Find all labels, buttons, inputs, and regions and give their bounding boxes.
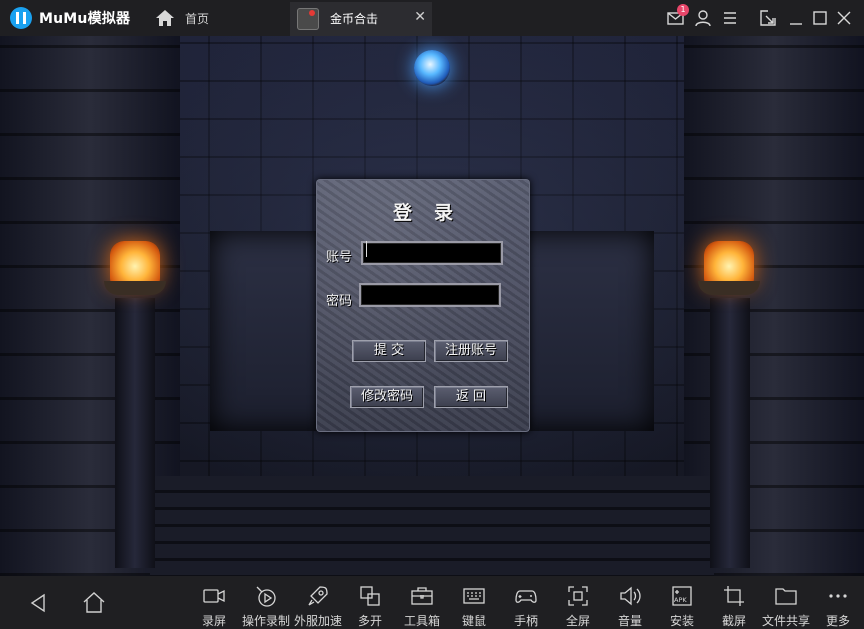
crop-screenshot-icon <box>724 586 744 606</box>
app-name: MuMu模拟器 <box>39 11 131 27</box>
toolbar-item-file-share[interactable]: 文件共享 <box>760 580 812 628</box>
toolbar-item-label: 更多 <box>825 614 850 628</box>
mumu-logo-icon <box>10 7 32 29</box>
record-operation-icon <box>256 586 276 607</box>
login-panel: 登录 账号 密码 提 交 注册账号 修改密码 返 回 <box>316 179 530 432</box>
hamburger-menu-icon <box>724 12 736 24</box>
android-back-button[interactable] <box>26 590 52 616</box>
toolbar-item-gamepad[interactable]: 手柄 <box>500 580 552 628</box>
register-button[interactable]: 注册账号 <box>434 340 508 362</box>
close-window-button[interactable] <box>834 8 854 28</box>
close-icon <box>837 11 851 25</box>
close-tab-icon[interactable]: ✕ <box>414 9 426 25</box>
submit-button[interactable]: 提 交 <box>352 340 426 362</box>
game-thumbnail-icon <box>297 8 319 30</box>
exit-to-corner-icon <box>760 10 776 26</box>
apk-install-icon: APK <box>672 586 692 606</box>
home-icon <box>156 10 174 26</box>
toolbar-item-fullscreen[interactable]: 全屏 <box>552 580 604 628</box>
video-camera-icon <box>203 589 225 603</box>
change-password-button[interactable]: 修改密码 <box>350 386 424 408</box>
toolbar-item-accelerate[interactable]: 外服加速 <box>292 580 344 628</box>
game-viewport[interactable]: 登录 账号 密码 提 交 注册账号 修改密码 返 回 <box>0 36 864 576</box>
torch-right <box>698 241 760 299</box>
maximize-button[interactable] <box>810 8 830 28</box>
bottom-toolbar: 录屏 操作录制 外服加速 多开 工具箱 键鼠 手柄 全屏 音量 APK 安装 截… <box>0 576 864 629</box>
back-button[interactable]: 返 回 <box>434 386 508 408</box>
login-title: 登录 <box>392 202 475 224</box>
torch-left <box>104 241 166 299</box>
tab-game[interactable]: 金币合击 ✕ <box>290 2 432 36</box>
toolbar-item-toolbox[interactable]: 工具箱 <box>396 580 448 628</box>
account-label: 账号 <box>326 250 353 265</box>
account-input[interactable] <box>361 241 503 265</box>
password-label: 密码 <box>326 294 353 309</box>
back-triangle-icon <box>30 593 45 613</box>
user-button[interactable] <box>693 8 713 28</box>
multi-window-icon <box>360 586 380 606</box>
user-icon <box>695 10 711 27</box>
torch-stand-right <box>710 298 750 568</box>
toolbar-item-install-apk[interactable]: APK 安装 <box>656 580 708 628</box>
mail-button[interactable]: 1 <box>666 4 689 28</box>
toolbox-icon <box>411 587 433 605</box>
keyboard-icon <box>463 588 485 604</box>
torch-bowl-left <box>104 281 166 295</box>
mail-badge: 1 <box>677 4 689 16</box>
svg-text:APK: APK <box>674 596 687 604</box>
toolbar-item-more[interactable]: 更多 <box>812 580 864 628</box>
app-brand: MuMu模拟器 <box>10 7 130 29</box>
folder-share-icon <box>775 588 797 605</box>
fullscreen-icon <box>568 586 588 606</box>
toolbar-item-multi-instance[interactable]: 多开 <box>344 580 396 628</box>
screen-rotate-button[interactable] <box>758 8 778 28</box>
minimize-icon <box>790 23 802 25</box>
torch-stand-left <box>115 298 155 568</box>
more-dots-icon <box>829 594 847 598</box>
volume-icon <box>620 586 641 606</box>
gamepad-icon <box>515 590 537 603</box>
android-home-button[interactable] <box>81 590 107 616</box>
toolbar-item-keyboard-mouse[interactable]: 键鼠 <box>448 580 500 628</box>
text-caret <box>366 241 367 257</box>
torch-bowl-right <box>698 281 760 295</box>
tab-home[interactable]: 首页 <box>155 6 209 30</box>
menu-button[interactable] <box>720 8 740 28</box>
toolbar-item-record-screen[interactable]: 录屏 <box>188 580 240 628</box>
title-bar: MuMu模拟器 首页 金币合击 ✕ 1 <box>0 0 864 36</box>
glowing-orb <box>414 50 450 86</box>
rocket-icon <box>308 586 328 606</box>
maximize-icon <box>813 11 827 25</box>
minimize-button[interactable] <box>786 8 806 28</box>
toolbar-item-volume[interactable]: 音量 <box>604 580 656 628</box>
tab-home-label: 首页 <box>185 11 210 26</box>
home-outline-icon <box>83 592 105 613</box>
tab-game-label: 金币合击 <box>330 12 379 26</box>
temple-stairs <box>150 476 714 576</box>
toolbar-item-operation-record[interactable]: 操作录制 <box>240 580 292 628</box>
password-input[interactable] <box>359 283 501 307</box>
toolbar-item-screenshot[interactable]: 截屏 <box>708 580 760 628</box>
